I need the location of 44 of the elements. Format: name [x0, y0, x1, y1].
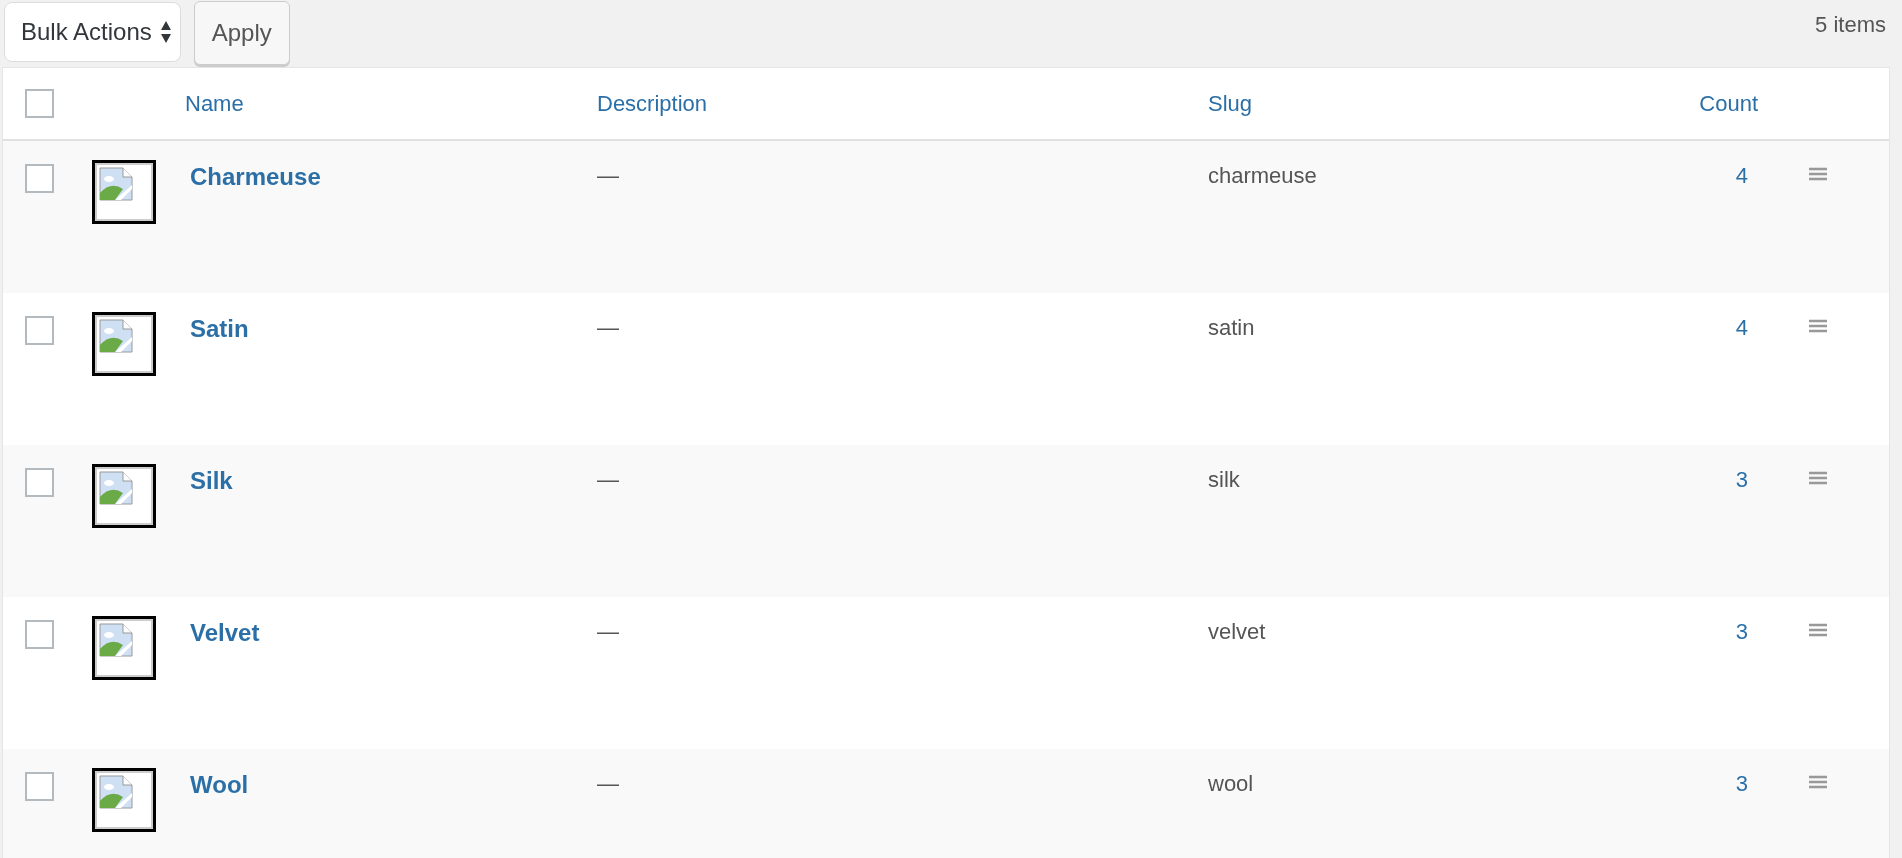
- slug-cell: satin: [1208, 315, 1255, 341]
- count-link[interactable]: 4: [1735, 163, 1748, 189]
- drag-handle-icon[interactable]: [1807, 319, 1828, 333]
- up-down-arrows-icon: [159, 19, 172, 44]
- column-header[interactable]: Count: [1699, 90, 1758, 117]
- drag-handle-icon[interactable]: [1807, 471, 1828, 485]
- slug-cell: silk: [1208, 467, 1240, 493]
- description-cell: —: [597, 467, 619, 493]
- term-name-link[interactable]: Wool: [185, 771, 249, 799]
- drag-handle-icon[interactable]: [1807, 167, 1828, 181]
- term-name-link[interactable]: Charmeuse: [185, 163, 321, 191]
- term-name-link[interactable]: Velvet: [185, 619, 260, 647]
- column-header[interactable]: Name: [185, 90, 244, 117]
- broken-image-icon: [99, 775, 133, 809]
- row-checkbox[interactable]: [25, 620, 54, 649]
- row-checkbox[interactable]: [25, 164, 54, 193]
- row-checkbox[interactable]: [25, 772, 54, 801]
- broken-image-icon: [99, 167, 133, 201]
- count-link[interactable]: 3: [1735, 467, 1748, 493]
- bulk-actions-dropdown[interactable]: Bulk Actions: [4, 1, 181, 62]
- row-checkbox[interactable]: [25, 316, 54, 345]
- description-cell: —: [597, 619, 619, 645]
- description-cell: —: [597, 771, 619, 797]
- count-link[interactable]: 3: [1735, 771, 1748, 797]
- count-link[interactable]: 3: [1735, 619, 1748, 645]
- item-count: 5 items: [1815, 12, 1886, 38]
- slug-cell: velvet: [1208, 619, 1266, 645]
- slug-cell: charmeuse: [1208, 163, 1317, 189]
- term-name-link[interactable]: Silk: [185, 467, 233, 495]
- count-link[interactable]: 4: [1735, 315, 1748, 341]
- slug-cell: wool: [1208, 771, 1254, 797]
- broken-image-icon: [99, 623, 133, 657]
- column-header[interactable]: Description: [597, 90, 708, 117]
- description-cell: —: [597, 315, 619, 341]
- drag-handle-icon[interactable]: [1807, 775, 1828, 789]
- apply-button[interactable]: Apply: [193, 0, 290, 65]
- broken-image-icon: [99, 471, 133, 505]
- row-checkbox[interactable]: [25, 468, 54, 497]
- column-header[interactable]: Slug: [1208, 90, 1253, 117]
- select-all-checkbox[interactable]: [25, 89, 54, 118]
- broken-image-icon: [99, 319, 133, 353]
- drag-handle-icon[interactable]: [1807, 623, 1828, 637]
- description-cell: —: [597, 163, 619, 189]
- term-name-link[interactable]: Satin: [185, 315, 249, 343]
